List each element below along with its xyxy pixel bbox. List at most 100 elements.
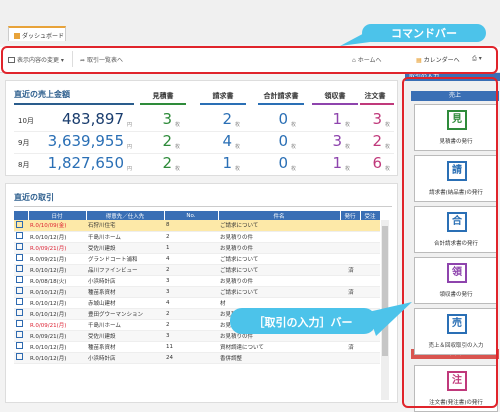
cell-party: 豊田グウーマンション — [86, 308, 164, 320]
doc-count[interactable]: 6 — [362, 154, 382, 172]
cell-date: R.0/10/12(月) — [28, 308, 86, 320]
doc-count[interactable]: 1 — [322, 110, 342, 128]
doc-count[interactable]: 3 — [362, 110, 382, 128]
count-unit: 枚 — [345, 166, 351, 172]
sales-panel: 直近の売上金額 見積書 請求書 合計請求書 領収書 注文書 10月 483,897… — [5, 80, 398, 176]
table-row[interactable]: R.0/10/12(月) 千島川ホーム 2 お見積りの件 — [14, 231, 380, 243]
doc-icon-cell[interactable] — [14, 297, 28, 309]
col-date[interactable]: 日付 — [28, 211, 87, 220]
col-subject[interactable]: 件名 — [218, 211, 341, 220]
doc-icon-cell[interactable] — [14, 319, 28, 331]
table-row[interactable]: R.0/09/21(月) グランドコート浦和 4 ご請求について — [14, 253, 380, 265]
cell-party: 赤城山建材 — [86, 297, 164, 309]
col-no[interactable]: No. — [164, 211, 219, 220]
col-party[interactable]: 得意先／仕入先 — [86, 211, 165, 220]
doc-count[interactable]: 0 — [268, 154, 288, 172]
col-issue[interactable]: 発行 — [340, 211, 361, 220]
cell-party: グランドコート浦和 — [86, 253, 164, 265]
doc-count[interactable]: 2 — [362, 132, 382, 150]
recent-divider — [14, 206, 392, 207]
count-unit: 枚 — [175, 144, 181, 150]
sales-amount: 483,897 — [61, 110, 124, 128]
count-unit: 枚 — [345, 144, 351, 150]
table-row[interactable]: R.0/09/21(月) 受佐川建設 1 お見積りの件 — [14, 242, 380, 254]
table-row[interactable]: R.0/10/12(月) 小浜時計店 24 香併調整 — [14, 352, 380, 364]
count-unit: 枚 — [175, 122, 181, 128]
cell-date: R.0/08/18(火) — [28, 275, 86, 287]
cell-subject: ご請求について — [218, 253, 340, 265]
doc-icon-cell[interactable] — [14, 220, 28, 232]
doc-icon-cell[interactable] — [14, 308, 28, 320]
doc-icon-cell[interactable] — [14, 231, 28, 243]
table-row[interactable]: R.0/10/12(月) 品川ファインビュー 2 ご請求について済 — [14, 264, 380, 276]
main-content: 直近の売上金額 見積書 請求書 合計請求書 領収書 注文書 10月 483,897… — [5, 80, 398, 403]
cell-no: 2 — [164, 319, 218, 331]
doc-icon-cell[interactable] — [14, 286, 28, 298]
table-row[interactable]: R.0/10/12(月) 種苗系資材 3 ご請求について済 — [14, 286, 380, 298]
table-row[interactable]: R.0/08/18(火) 小浜時計店 3 お見積りの件 — [14, 275, 380, 287]
table-row[interactable]: R.0/10/09(金) 石狩川住宅 8 ご請求について — [14, 220, 380, 232]
doc-icon-cell[interactable] — [14, 341, 28, 353]
cell-issue — [340, 231, 360, 243]
doc-icon-cell[interactable] — [14, 275, 28, 287]
document-icon — [16, 220, 23, 228]
cell-date: R.0/10/09(金) — [28, 220, 86, 232]
commandbar-callout-text: コマンドバー — [391, 27, 457, 40]
cell-date: R.0/10/12(月) — [28, 231, 86, 243]
cell-order — [360, 231, 380, 243]
cell-party: 千島川ホーム — [86, 319, 164, 331]
doc-count[interactable]: 1 — [322, 154, 342, 172]
line-ryoshu — [312, 103, 358, 105]
doc-count[interactable]: 3 — [152, 110, 172, 128]
header-mitsumori: 見積書 — [152, 92, 174, 100]
sales-yen: 円 — [127, 122, 133, 128]
count-unit: 枚 — [291, 122, 297, 128]
line-gokei — [258, 103, 304, 105]
doc-icon-cell[interactable] — [14, 264, 28, 276]
col-order[interactable]: 受注 — [360, 211, 381, 220]
cell-issue — [340, 275, 360, 287]
header-gokei: 合計請求書 — [263, 92, 299, 100]
cell-order — [360, 352, 380, 364]
cell-no: 1 — [164, 242, 218, 254]
cell-issue: 済 — [340, 286, 360, 298]
document-icon — [16, 254, 23, 261]
count-unit: 枚 — [291, 144, 297, 150]
doc-count[interactable]: 2 — [152, 132, 172, 150]
document-icon — [16, 287, 23, 294]
header-icon-col — [14, 211, 29, 220]
cell-subject: お見積りの件 — [218, 242, 340, 254]
doc-icon-cell[interactable] — [14, 352, 28, 364]
doc-count[interactable]: 0 — [268, 132, 288, 150]
count-unit: 枚 — [175, 166, 181, 172]
doc-count[interactable]: 2 — [152, 154, 172, 172]
cell-issue: 済 — [340, 264, 360, 276]
cell-issue — [340, 242, 360, 254]
document-icon — [16, 309, 23, 316]
cell-no: 3 — [164, 286, 218, 298]
doc-icon-cell[interactable] — [14, 253, 28, 265]
doc-count[interactable]: 2 — [212, 110, 232, 128]
cell-date: R.0/10/12(月) — [28, 286, 86, 298]
sidebar-callout: ［取引の入力］バー — [230, 302, 412, 336]
count-unit: 枚 — [345, 122, 351, 128]
doc-count[interactable]: 1 — [212, 154, 232, 172]
cell-party: 小浜時計店 — [86, 352, 164, 364]
document-icon — [16, 320, 23, 327]
sidebar-callout-text: ［取引の入力］バー — [254, 315, 353, 329]
doc-icon-cell[interactable] — [14, 242, 28, 254]
cell-no: 3 — [164, 275, 218, 287]
cell-issue — [340, 352, 360, 364]
doc-icon-cell[interactable] — [14, 330, 28, 342]
cell-party: 受佐川建設 — [86, 330, 164, 342]
cell-order — [360, 253, 380, 265]
doc-count[interactable]: 0 — [268, 110, 288, 128]
tab-dashboard[interactable]: ダッシュボード — [8, 26, 66, 41]
doc-count[interactable]: 4 — [212, 132, 232, 150]
cell-issue — [340, 220, 360, 232]
cell-no: 2 — [164, 264, 218, 276]
count-unit: 枚 — [385, 144, 391, 150]
sales-title: 直近の売上金額 — [14, 90, 70, 99]
document-icon — [16, 331, 23, 338]
doc-count[interactable]: 3 — [322, 132, 342, 150]
